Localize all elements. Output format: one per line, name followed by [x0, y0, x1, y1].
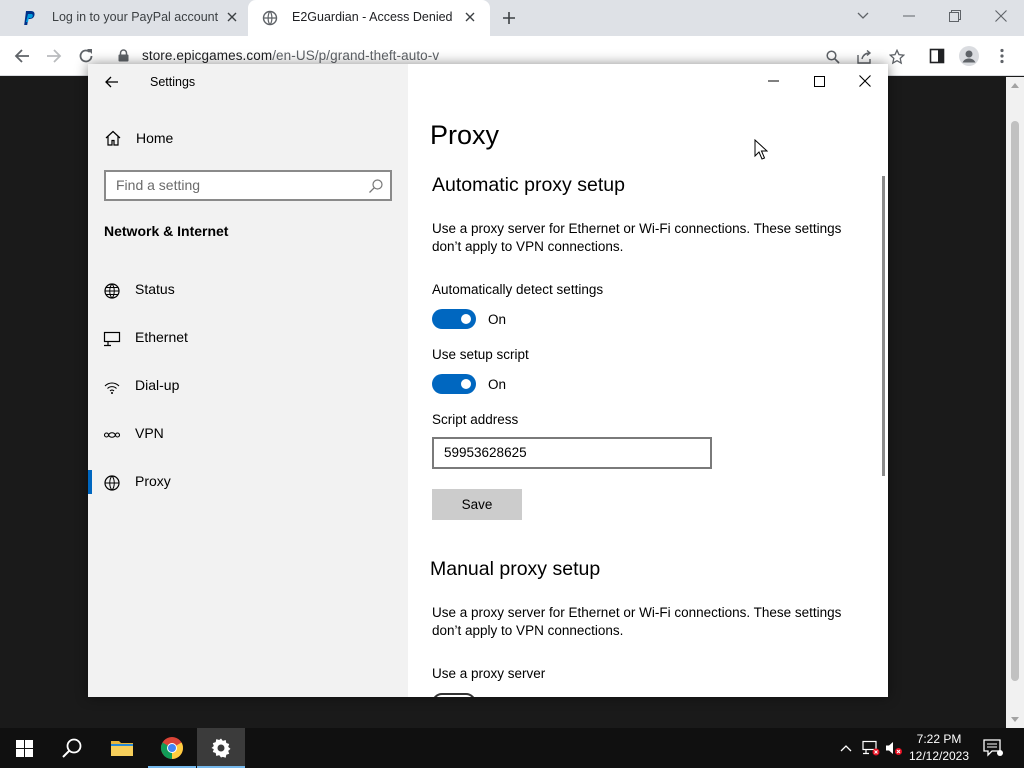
close-window-button[interactable]	[842, 66, 888, 96]
script-address-label: Script address	[432, 412, 519, 427]
sidebar-item-vpn[interactable]: VPN	[88, 414, 408, 454]
clock-date: 12/12/2023	[908, 749, 970, 763]
bookmark-star-icon[interactable]	[888, 48, 906, 66]
settings-app-title: Settings	[150, 75, 196, 89]
sidebar-item-label: Status	[135, 281, 175, 297]
close-tab-icon[interactable]	[461, 8, 479, 26]
taskbar-search-button[interactable]	[48, 728, 96, 768]
page-title: Proxy	[430, 120, 500, 150]
use-proxy-toggle[interactable]	[432, 693, 476, 697]
windows-taskbar: 7:22 PM 12/12/2023	[0, 728, 1024, 768]
toggle-knob	[461, 379, 471, 389]
sidebar-item-dial-up[interactable]: Dial-up	[88, 366, 408, 406]
tab-e2guardian[interactable]: E2Guardian - Access Denied	[248, 0, 490, 36]
sidebar-item-label: Dial-up	[135, 377, 180, 393]
scroll-down-icon[interactable]	[1011, 717, 1019, 722]
script-address-input[interactable]: 59953628625	[432, 437, 712, 469]
scroll-up-icon[interactable]	[1011, 83, 1019, 88]
sidebar-item-label: Ethernet	[135, 329, 188, 345]
back-arrow-icon[interactable]	[102, 72, 122, 92]
chevron-up-icon[interactable]	[836, 738, 856, 758]
start-button[interactable]	[0, 728, 48, 768]
manual-proxy-description: Use a proxy server for Ethernet or Wi-Fi…	[432, 605, 842, 638]
toggle-knob	[461, 314, 471, 324]
globe-icon	[262, 10, 278, 26]
minimize-window-button[interactable]	[750, 66, 796, 96]
forward-icon[interactable]	[41, 44, 67, 68]
page-scrollbar[interactable]	[1006, 77, 1024, 728]
folder-icon	[111, 741, 133, 756]
tab-search-icon[interactable]	[840, 3, 886, 29]
more-menu-icon[interactable]	[989, 44, 1015, 68]
scrollbar-thumb[interactable]	[1011, 121, 1019, 681]
search-placeholder: Find a setting	[116, 177, 201, 193]
side-panel-icon[interactable]	[924, 44, 950, 68]
settings-window: Settings Home Find a setting Network & I…	[88, 64, 888, 697]
section-title: Network & Internet	[104, 223, 229, 239]
search-icon	[62, 738, 82, 758]
settings-sidebar: Settings Home Find a setting Network & I…	[88, 64, 408, 697]
sidebar-item-status[interactable]: Status	[88, 270, 408, 310]
selected-indicator	[88, 470, 92, 494]
globe-icon	[104, 475, 120, 491]
setup-script-label: Use setup script	[432, 347, 529, 362]
new-tab-button[interactable]	[498, 7, 520, 29]
gear-icon	[211, 738, 231, 758]
globe-icon	[104, 283, 120, 299]
find-setting-search[interactable]: Find a setting	[104, 170, 392, 201]
sidebar-item-label: VPN	[135, 425, 164, 441]
sidebar-item-proxy[interactable]: Proxy	[88, 462, 408, 502]
maximize-window-button[interactable]	[796, 66, 842, 96]
chrome-taskbar-button[interactable]	[148, 728, 196, 768]
windows-logo-icon	[15, 739, 33, 757]
notification-center-icon[interactable]	[983, 738, 1003, 758]
volume-muted-icon[interactable]	[884, 738, 904, 758]
network-disconnected-icon[interactable]	[861, 738, 881, 758]
home-label: Home	[136, 130, 174, 146]
paypal-icon	[22, 10, 38, 26]
content-scrollbar[interactable]	[882, 176, 885, 476]
automatic-proxy-description: Use a proxy server for Ethernet or Wi-Fi…	[432, 221, 842, 254]
automatic-proxy-heading: Automatic proxy setup	[432, 174, 625, 196]
setup-script-toggle[interactable]	[432, 374, 476, 394]
manual-proxy-heading: Manual proxy setup	[430, 558, 601, 580]
save-button[interactable]: Save	[432, 489, 522, 520]
taskbar-clock[interactable]: 7:22 PM 12/12/2023	[904, 731, 974, 765]
chrome-icon	[161, 737, 183, 759]
browser-tab-strip: Log in to your PayPal account E2Guardian…	[0, 0, 1024, 36]
setup-script-state: On	[488, 377, 507, 392]
auto-detect-toggle[interactable]	[432, 309, 476, 329]
minimize-browser-button[interactable]	[886, 3, 932, 29]
url-path: /en-US/p/grand-theft-auto-v	[272, 48, 440, 63]
close-browser-button[interactable]	[978, 3, 1024, 29]
tab-paypal[interactable]: Log in to your PayPal account	[8, 0, 248, 36]
vpn-icon	[103, 432, 121, 438]
file-explorer-button[interactable]	[98, 728, 146, 768]
sidebar-item-ethernet[interactable]: Ethernet	[88, 318, 408, 358]
restore-browser-button[interactable]	[932, 3, 978, 29]
search-icon[interactable]	[368, 178, 384, 194]
mouse-cursor-icon	[754, 139, 768, 160]
use-proxy-label: Use a proxy server	[432, 666, 546, 681]
settings-taskbar-button[interactable]	[197, 728, 245, 768]
home-nav-item[interactable]: Home	[88, 124, 408, 152]
proxy-settings-pane: Proxy Automatic proxy setup Use a proxy …	[408, 64, 888, 697]
sidebar-item-label: Proxy	[135, 473, 171, 489]
url-host: store.epicgames.com	[142, 48, 273, 63]
dial-up-icon	[104, 382, 120, 394]
auto-detect-state: On	[488, 312, 507, 327]
close-tab-icon[interactable]	[223, 8, 241, 26]
back-icon[interactable]	[9, 44, 35, 68]
url-text: store.epicgames.com/en-US/p/grand-theft-…	[142, 48, 439, 63]
profile-avatar-icon[interactable]	[956, 44, 982, 68]
ethernet-icon	[103, 331, 121, 347]
home-icon	[105, 130, 121, 146]
auto-detect-label: Automatically detect settings	[432, 282, 604, 297]
tab-title: E2Guardian - Access Denied	[292, 10, 453, 24]
tab-title: Log in to your PayPal account	[52, 10, 219, 24]
script-address-value: 59953628625	[444, 445, 527, 460]
clock-time: 7:22 PM	[916, 732, 962, 746]
